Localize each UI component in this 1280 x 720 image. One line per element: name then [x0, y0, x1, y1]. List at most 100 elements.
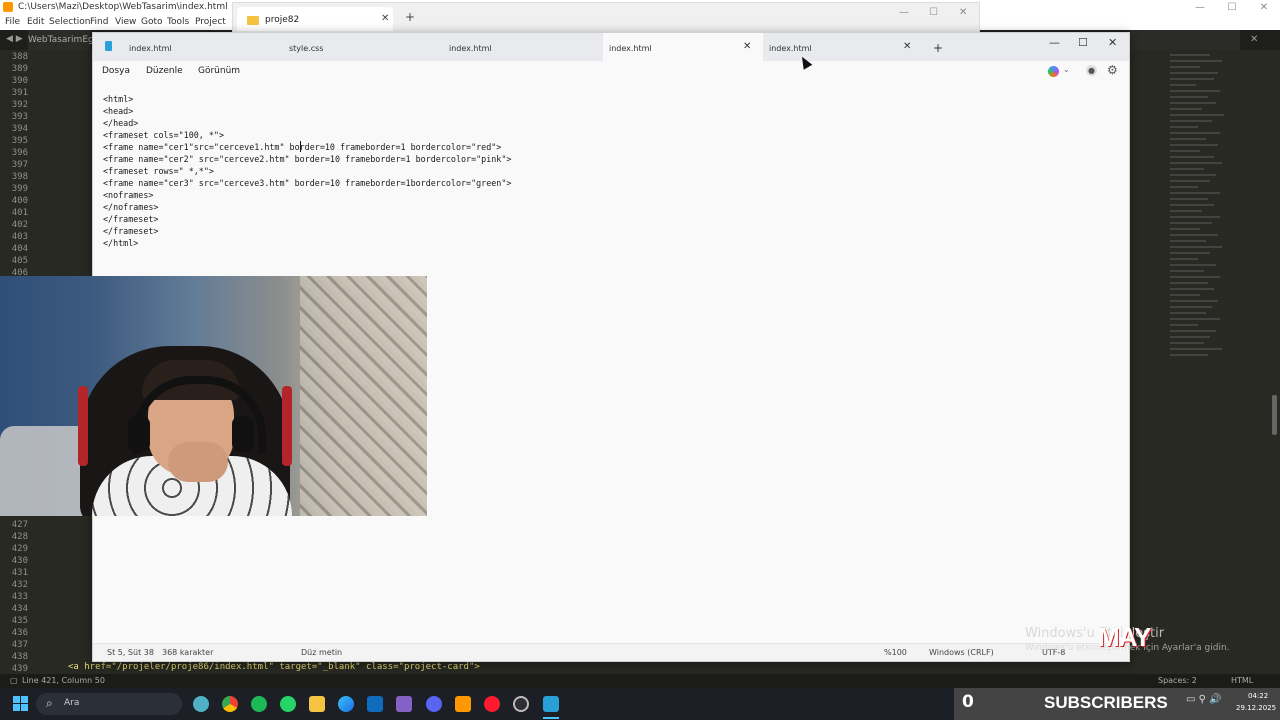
menu-selection[interactable]: Selection — [49, 17, 90, 27]
clock-date[interactable]: 29.12.2025 — [1236, 704, 1276, 712]
menu-view[interactable]: View — [115, 17, 136, 27]
chevron-down-icon[interactable]: ⌄ — [1063, 65, 1070, 74]
notepad-tab[interactable]: index.html — [103, 33, 263, 61]
menu-duzenle[interactable]: Düzenle — [146, 66, 183, 76]
notepad-tab[interactable]: style.css — [263, 33, 423, 61]
text-line: </frameset> — [103, 214, 159, 224]
channel-logo: MAY — [1098, 622, 1151, 652]
copilot-icon[interactable] — [193, 696, 209, 712]
notepad-tab-label: style.css — [289, 44, 324, 53]
menu-gorunum[interactable]: Görünüm — [198, 66, 240, 76]
close-tab-icon[interactable]: ✕ — [743, 41, 751, 52]
tab-close-icon[interactable]: ✕ — [1250, 34, 1258, 45]
start-icon[interactable] — [13, 696, 29, 712]
new-tab-icon[interactable]: + — [933, 41, 943, 55]
obs-icon[interactable] — [513, 696, 529, 712]
spotify-icon[interactable] — [251, 696, 267, 712]
scrollbar-thumb[interactable] — [1272, 395, 1277, 435]
visual-studio-icon[interactable] — [396, 696, 412, 712]
line-number: 438 — [11, 652, 28, 662]
close-tab-icon[interactable]: ✕ — [381, 13, 389, 24]
text-line: <frameset rows=" *,*"> — [103, 166, 214, 176]
code-line: <a href="/projeler/proje86/index.html" t… — [68, 662, 480, 672]
menu-edit[interactable]: Edit — [27, 17, 44, 27]
copilot-icon[interactable] — [1048, 66, 1059, 77]
close-tab-icon[interactable]: ✕ — [903, 41, 911, 52]
notepad-tab[interactable]: index.html — [423, 33, 583, 61]
line-number: 403 — [11, 232, 28, 242]
line-number: 431 — [11, 568, 28, 578]
whatsapp-icon[interactable] — [280, 696, 296, 712]
taskbar-search[interactable]: ⌕ Ara — [36, 693, 182, 715]
sublime-logo-icon — [3, 2, 13, 12]
text-line: </html> — [103, 238, 139, 248]
status-square-icon[interactable]: ▢ — [10, 676, 18, 685]
status-line-ending[interactable]: Windows (CRLF) — [929, 648, 994, 657]
subscriber-label: SUBSCRIBERS — [1044, 693, 1168, 712]
discord-icon[interactable] — [426, 696, 442, 712]
close-icon[interactable]: ✕ — [1250, 0, 1278, 15]
menu-project[interactable]: Project — [195, 17, 226, 27]
account-icon[interactable]: ● — [1086, 65, 1097, 76]
chrome-icon[interactable] — [222, 696, 238, 712]
sublime-tab[interactable]: WebTasarimEgze — [28, 30, 104, 50]
notepad-tab[interactable]: index.html ✕ — [763, 33, 923, 61]
line-number: 399 — [11, 184, 28, 194]
minimap[interactable] — [1170, 50, 1230, 550]
status-spaces[interactable]: Spaces: 2 — [1158, 676, 1197, 685]
line-number: 429 — [11, 544, 28, 554]
maximize-icon[interactable]: ☐ — [1078, 36, 1088, 49]
notepad-icon[interactable] — [543, 696, 559, 712]
line-number: 430 — [11, 556, 28, 566]
minimize-icon[interactable]: — — [1186, 0, 1214, 15]
tab-nav-arrows-icon[interactable]: ◀ ▶ — [6, 34, 23, 44]
menu-file[interactable]: File — [5, 17, 20, 27]
explorer-tab[interactable]: proje82 ✕ — [237, 7, 393, 31]
line-number: 433 — [11, 592, 28, 602]
menu-find[interactable]: Find — [90, 17, 108, 27]
chair-accent — [282, 386, 292, 466]
notepad-tab-active[interactable]: index.html ✕ — [603, 33, 763, 61]
minimize-icon[interactable]: — — [1049, 36, 1060, 49]
line-number: 390 — [11, 76, 28, 86]
line-number: 437 — [11, 640, 28, 650]
menu-tools[interactable]: Tools — [167, 17, 189, 27]
explorer-tab-label: proje82 — [265, 15, 300, 25]
sublime-icon[interactable] — [455, 696, 471, 712]
subscriber-counter: 0 SUBSCRIBERS — [954, 688, 1280, 720]
close-icon[interactable]: ✕ — [1108, 36, 1117, 49]
notepad-tab-label: index.html — [769, 44, 812, 53]
line-number: 428 — [11, 532, 28, 542]
notepad-tab-label: index.html — [129, 44, 172, 53]
menu-dosya[interactable]: Dosya — [102, 66, 130, 76]
search-icon: ⌕ — [46, 696, 53, 710]
close-icon[interactable]: ✕ — [959, 7, 967, 18]
system-tray-icons[interactable]: ▭ ⚲ 🔊 — [1186, 694, 1222, 705]
maximize-icon[interactable]: ☐ — [929, 7, 938, 18]
text-line: <html> — [103, 94, 134, 104]
text-line: <frameset cols="100, *"> — [103, 130, 225, 140]
webcam-overlay — [0, 276, 427, 516]
line-number: 397 — [11, 160, 28, 170]
status-syntax[interactable]: HTML — [1231, 676, 1253, 685]
line-number: 395 — [11, 136, 28, 146]
store-icon[interactable] — [367, 696, 383, 712]
minimize-icon[interactable]: — — [899, 7, 909, 18]
line-number: 389 — [11, 64, 28, 74]
file-explorer-icon[interactable] — [309, 696, 325, 712]
status-zoom[interactable]: %100 — [884, 648, 907, 657]
clock-time[interactable]: 04:22 — [1248, 692, 1268, 700]
menu-goto[interactable]: Goto — [141, 17, 163, 27]
notepad-tab-bar: index.html style.css index.html index.ht… — [93, 33, 1129, 61]
notepad-tab-label: index.html — [609, 44, 652, 53]
line-number: 436 — [11, 628, 28, 638]
opera-icon[interactable] — [484, 696, 500, 712]
edge-icon[interactable] — [338, 696, 354, 712]
maximize-icon[interactable]: ☐ — [1218, 0, 1246, 15]
new-tab-icon[interactable]: + — [405, 10, 415, 24]
sublime-menu-bar: File Edit Selection Find View Goto Tools… — [0, 15, 232, 30]
gear-icon[interactable]: ⚙ — [1107, 63, 1118, 77]
sublime-tab-right[interactable] — [1130, 30, 1240, 50]
streamer-hand — [168, 442, 228, 482]
headset-earcup — [232, 416, 254, 452]
